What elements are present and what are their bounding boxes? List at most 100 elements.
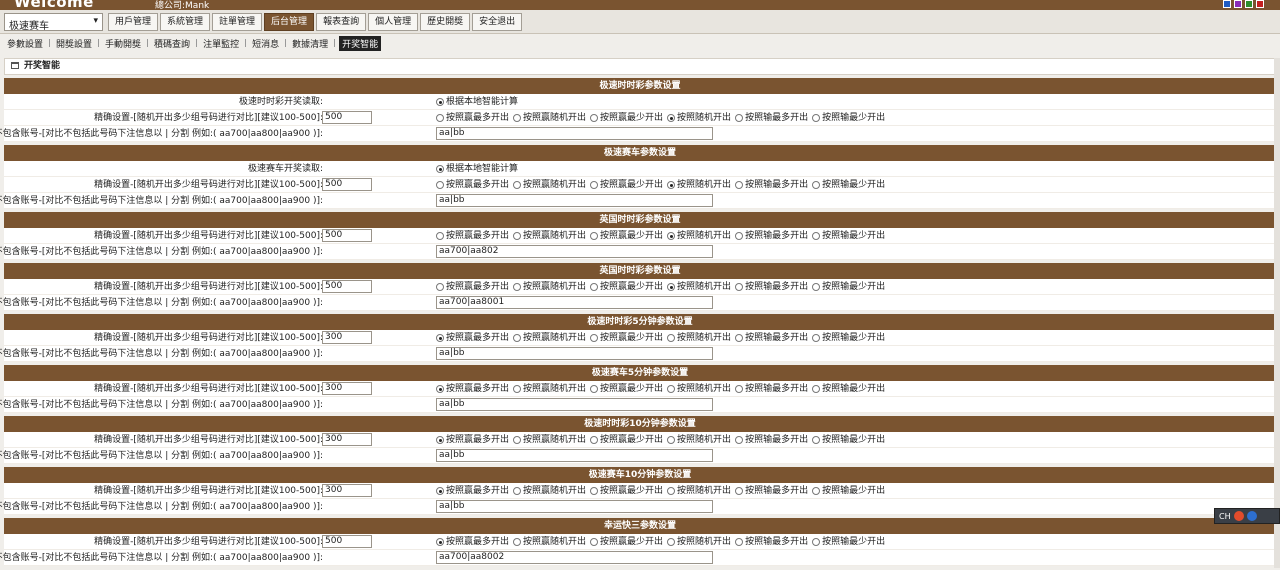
radio-button[interactable] — [436, 98, 444, 106]
radio-button[interactable] — [590, 487, 599, 495]
game-select[interactable]: 极速赛车 ▾ — [4, 13, 103, 32]
draw-mode-option[interactable]: 按照赢最少开出 — [590, 534, 663, 550]
menu-item-1[interactable]: 系統管理 — [160, 13, 211, 31]
radio-button[interactable] — [667, 181, 676, 189]
radio-button[interactable] — [735, 385, 744, 393]
exclude-accounts-input[interactable]: aa700|aa8001 — [436, 296, 713, 309]
draw-mode-option[interactable]: 按照输最多开出 — [735, 432, 808, 448]
draw-mode-option[interactable]: 按照随机开出 — [667, 177, 731, 193]
subnav-item-7[interactable]: 开奖智能 — [339, 35, 382, 51]
subnav-item-2[interactable]: 手動開獎 — [103, 37, 143, 50]
draw-mode-option[interactable]: 按照随机开出 — [667, 330, 731, 346]
draw-mode-option[interactable]: 按照赢随机开出 — [513, 279, 586, 295]
exclude-accounts-input[interactable]: aa|bb — [436, 500, 713, 513]
draw-mode-option[interactable]: 按照赢随机开出 — [513, 432, 586, 448]
draw-mode-option[interactable]: 按照赢最多开出 — [436, 330, 509, 346]
menu-item-7[interactable]: 安全退出 — [472, 13, 523, 31]
radio-button[interactable] — [590, 334, 599, 342]
radio-button[interactable] — [590, 538, 599, 546]
radio-button[interactable] — [812, 487, 821, 495]
draw-mode-option[interactable]: 按照赢随机开出 — [513, 110, 586, 126]
radio-button[interactable] — [513, 538, 522, 546]
menu-item-3[interactable]: 后台管理 — [264, 13, 315, 31]
draw-mode-option[interactable]: 按照赢最少开出 — [590, 177, 663, 193]
radio-button[interactable] — [735, 538, 744, 546]
radio-button[interactable] — [436, 538, 444, 546]
radio-button[interactable] — [667, 114, 676, 122]
draw-mode-option[interactable]: 按照输最少开出 — [812, 330, 885, 346]
subnav-item-4[interactable]: 注單監控 — [201, 37, 241, 50]
draw-mode-option[interactable]: 按照输最多开出 — [735, 279, 808, 295]
radio-button[interactable] — [667, 232, 676, 240]
source-option[interactable]: 根据本地智能计算 — [436, 94, 518, 110]
radio-button[interactable] — [590, 232, 599, 240]
draw-mode-option[interactable]: 按照赢最多开出 — [436, 279, 509, 295]
draw-mode-option[interactable]: 按照输最少开出 — [812, 228, 885, 244]
radio-button[interactable] — [436, 385, 444, 393]
radio-button[interactable] — [436, 436, 444, 444]
draw-mode-option[interactable]: 按照赢最少开出 — [590, 483, 663, 499]
draw-mode-option[interactable]: 按照赢最少开出 — [590, 381, 663, 397]
subnav-item-0[interactable]: 參數設置 — [5, 37, 45, 50]
draw-mode-option[interactable]: 按照赢最少开出 — [590, 432, 663, 448]
menu-item-6[interactable]: 歷史開獎 — [420, 13, 471, 31]
radio-button[interactable] — [513, 436, 522, 444]
radio-button[interactable] — [735, 114, 744, 122]
radio-button[interactable] — [436, 181, 444, 189]
radio-button[interactable] — [812, 436, 821, 444]
ime-s-icon[interactable] — [1233, 511, 1244, 521]
draw-mode-option[interactable]: 按照随机开出 — [667, 228, 731, 244]
radio-button[interactable] — [590, 283, 599, 291]
radio-button[interactable] — [667, 436, 676, 444]
compare-count-input[interactable]: 500 — [322, 535, 372, 548]
radio-button[interactable] — [590, 181, 599, 189]
compare-count-input[interactable]: 500 — [322, 229, 372, 242]
compare-count-input[interactable]: 300 — [322, 484, 372, 497]
draw-mode-option[interactable]: 按照赢随机开出 — [513, 228, 586, 244]
draw-mode-option[interactable]: 按照输最少开出 — [812, 483, 885, 499]
exclude-accounts-input[interactable]: aa700|aa8002 — [436, 551, 713, 564]
radio-button[interactable] — [436, 283, 444, 291]
radio-button[interactable] — [590, 385, 599, 393]
radio-button[interactable] — [812, 181, 821, 189]
radio-button[interactable] — [436, 114, 444, 122]
draw-mode-option[interactable]: 按照赢最少开出 — [590, 330, 663, 346]
radio-button[interactable] — [513, 181, 522, 189]
radio-button[interactable] — [667, 283, 676, 291]
help-icon[interactable] — [1246, 511, 1257, 521]
radio-button[interactable] — [590, 114, 599, 122]
draw-mode-option[interactable]: 按照随机开出 — [667, 381, 731, 397]
draw-mode-option[interactable]: 按照赢最多开出 — [436, 534, 509, 550]
radio-button[interactable] — [513, 114, 522, 122]
theme-swatch[interactable] — [1234, 0, 1242, 8]
radio-button[interactable] — [812, 538, 821, 546]
source-option[interactable]: 根据本地智能计算 — [436, 161, 518, 177]
draw-mode-option[interactable]: 按照随机开出 — [667, 483, 731, 499]
exclude-accounts-input[interactable]: aa700|aa802 — [436, 245, 713, 258]
radio-button[interactable] — [735, 436, 744, 444]
theme-swatch[interactable] — [1256, 0, 1264, 8]
draw-mode-option[interactable]: 按照赢最多开出 — [436, 228, 509, 244]
subnav-item-5[interactable]: 短消息 — [250, 37, 281, 50]
subnav-item-1[interactable]: 開獎設置 — [54, 37, 94, 50]
draw-mode-option[interactable]: 按照赢最少开出 — [590, 228, 663, 244]
compare-count-input[interactable]: 300 — [322, 433, 372, 446]
radio-button[interactable] — [436, 232, 444, 240]
compare-count-input[interactable]: 300 — [322, 331, 372, 344]
radio-button[interactable] — [436, 165, 444, 173]
draw-mode-option[interactable]: 按照输最少开出 — [812, 177, 885, 193]
subnav-item-3[interactable]: 積碼查詢 — [152, 37, 192, 50]
compare-count-input[interactable]: 500 — [322, 280, 372, 293]
exclude-accounts-input[interactable]: aa|bb — [436, 449, 713, 462]
draw-mode-option[interactable]: 按照随机开出 — [667, 534, 731, 550]
draw-mode-option[interactable]: 按照随机开出 — [667, 432, 731, 448]
draw-mode-option[interactable]: 按照赢随机开出 — [513, 330, 586, 346]
menu-item-4[interactable]: 報表查詢 — [316, 13, 367, 31]
subnav-item-6[interactable]: 數據清理 — [290, 37, 330, 50]
radio-button[interactable] — [436, 487, 444, 495]
radio-button[interactable] — [513, 334, 522, 342]
draw-mode-option[interactable]: 按照输最少开出 — [812, 279, 885, 295]
radio-button[interactable] — [513, 232, 522, 240]
menu-item-0[interactable]: 用戶管理 — [108, 13, 159, 31]
draw-mode-option[interactable]: 按照输最少开出 — [812, 381, 885, 397]
